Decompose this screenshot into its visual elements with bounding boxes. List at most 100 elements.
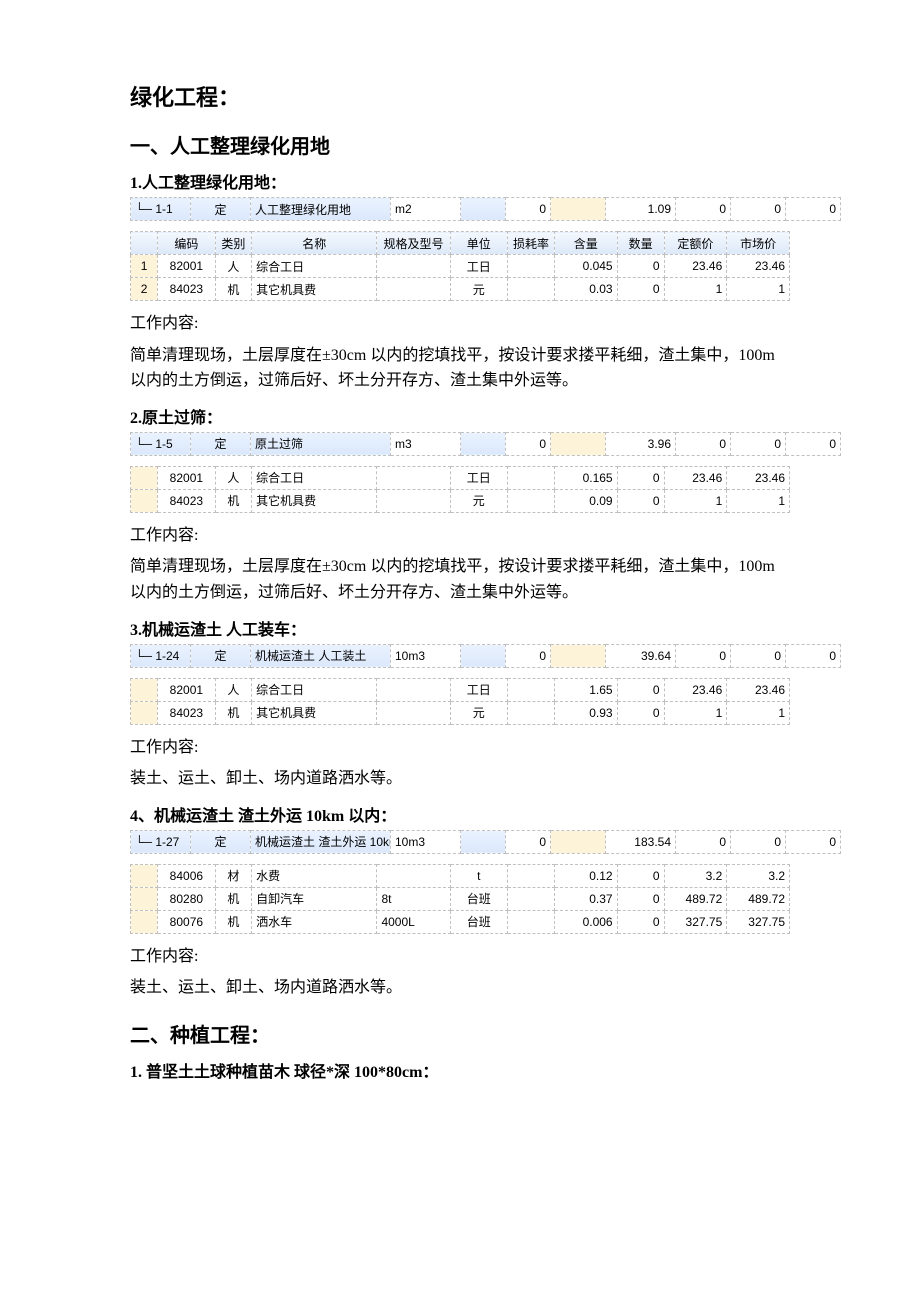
name-cell: 原土过筛: [251, 432, 391, 455]
work-content-label: 工作内容:: [130, 311, 790, 337]
cell: 0: [506, 432, 551, 455]
cell: 0.37: [554, 887, 617, 910]
cell: [461, 432, 506, 455]
cell: 1: [664, 278, 727, 301]
work-content-text: 装土、运土、卸土、场内道路洒水等。: [130, 766, 790, 792]
cell: 0: [786, 198, 841, 221]
section-2-heading: 二、种植工程：: [130, 1019, 790, 1048]
cell: 自卸汽车: [252, 887, 377, 910]
resource-table-2: 82001人综合工日工日0.165023.4623.4684023机其它机具费元…: [130, 466, 790, 513]
name-cell: 机械运渣土 渣土外运 10km以内: [251, 830, 391, 853]
work-content-label: 工作内容:: [130, 735, 790, 761]
table-row: 82001人综合工日工日0.165023.4623.46: [131, 466, 790, 489]
cell: 1: [664, 489, 727, 512]
cell: [131, 678, 158, 701]
name-cell: 人工整理绿化用地: [251, 198, 391, 221]
header-cell: 规格及型号: [377, 232, 450, 255]
cell: 机: [215, 910, 252, 933]
cell: 82001: [158, 678, 215, 701]
cell: [551, 644, 606, 667]
cell: 489.72: [664, 887, 727, 910]
cell: 机: [215, 701, 252, 724]
cell: 元: [450, 701, 507, 724]
cell: 23.46: [727, 678, 790, 701]
cell: [507, 910, 554, 933]
cell: 综合工日: [252, 678, 377, 701]
resource-table-1: 编码 类别 名称 规格及型号 单位 损耗率 含量 数量 定额价 市场价 1820…: [130, 231, 790, 301]
sub-1-2: 2.原土过筛：: [130, 404, 790, 428]
cell: [507, 278, 554, 301]
cell: 0: [676, 198, 731, 221]
cell: 0: [617, 701, 664, 724]
cell: 23.46: [664, 466, 727, 489]
cell: 材: [215, 864, 252, 887]
cell: 其它机具费: [252, 278, 377, 301]
cell: 台班: [450, 910, 507, 933]
cell: [377, 278, 450, 301]
cell: 84023: [158, 701, 215, 724]
cell: 4000L: [377, 910, 450, 933]
cell: 台班: [450, 887, 507, 910]
cell: 0.03: [554, 278, 617, 301]
table-row: 80076机洒水车4000L台班0.0060327.75327.75: [131, 910, 790, 933]
cell: 0: [676, 432, 731, 455]
cell: 0.93: [554, 701, 617, 724]
cell: 327.75: [727, 910, 790, 933]
cell: 机: [215, 489, 252, 512]
cell: 82001: [158, 255, 215, 278]
cell: 82001: [158, 466, 215, 489]
cell: 0: [617, 466, 664, 489]
cell: 0.09: [554, 489, 617, 512]
cell: 机: [215, 887, 252, 910]
cell: [507, 887, 554, 910]
cell: 0: [506, 830, 551, 853]
header-cell: 含量: [554, 232, 617, 255]
cell: [377, 255, 450, 278]
cell: 0: [617, 887, 664, 910]
cell: 0: [617, 864, 664, 887]
tree-code: └─ 1-5: [131, 432, 191, 455]
cell: [461, 830, 506, 853]
cell: 0.006: [554, 910, 617, 933]
sub-1-3: 3.机械运渣土 人工装车：: [130, 616, 790, 640]
unit-cell: m2: [391, 198, 461, 221]
cell: [377, 864, 450, 887]
cell: [507, 701, 554, 724]
cell: [551, 432, 606, 455]
name-cell: 机械运渣土 人工装土: [251, 644, 391, 667]
cell: 327.75: [664, 910, 727, 933]
cell: [131, 864, 158, 887]
header-cell: 名称: [252, 232, 377, 255]
line-item-table-4: └─ 1-27 定 机械运渣土 渣土外运 10km以内 10m3 0 183.5…: [130, 830, 841, 854]
resource-table-4: 84006材水费t0.1203.23.280280机自卸汽车8t台班0.3704…: [130, 864, 790, 934]
header-cell: 损耗率: [507, 232, 554, 255]
rate-cell: 39.64: [606, 644, 676, 667]
cell: 0.12: [554, 864, 617, 887]
cell: 水费: [252, 864, 377, 887]
table-row: 80280机自卸汽车8t台班0.370489.72489.72: [131, 887, 790, 910]
table-row: 84006材水费t0.1203.23.2: [131, 864, 790, 887]
cell: t: [450, 864, 507, 887]
cell: 23.46: [664, 255, 727, 278]
cell: [461, 644, 506, 667]
cell: 0.165: [554, 466, 617, 489]
resource-table-3: 82001人综合工日工日1.65023.4623.4684023机其它机具费元0…: [130, 678, 790, 725]
cell: 元: [450, 489, 507, 512]
cell: 1: [727, 701, 790, 724]
cell: 人: [215, 466, 252, 489]
cell: [131, 887, 158, 910]
table-row: └─ 1-1 定 人工整理绿化用地 m2 0 1.09 0 0 0: [131, 198, 841, 221]
cell: 工日: [450, 678, 507, 701]
cell: 机: [215, 278, 252, 301]
cell: 0: [676, 830, 731, 853]
tree-code: └─ 1-27: [131, 830, 191, 853]
kind-cell: 定: [191, 432, 251, 455]
cell: 0: [786, 830, 841, 853]
cell: 其它机具费: [252, 701, 377, 724]
unit-cell: m3: [391, 432, 461, 455]
cell: 23.46: [664, 678, 727, 701]
cell: 0: [617, 910, 664, 933]
table-row: └─ 1-5 定 原土过筛 m3 0 3.96 0 0 0: [131, 432, 841, 455]
cell: 元: [450, 278, 507, 301]
work-content-text: 简单清理现场，土层厚度在±30cm 以内的挖填找平，按设计要求搂平耗细，渣土集中…: [130, 554, 790, 605]
